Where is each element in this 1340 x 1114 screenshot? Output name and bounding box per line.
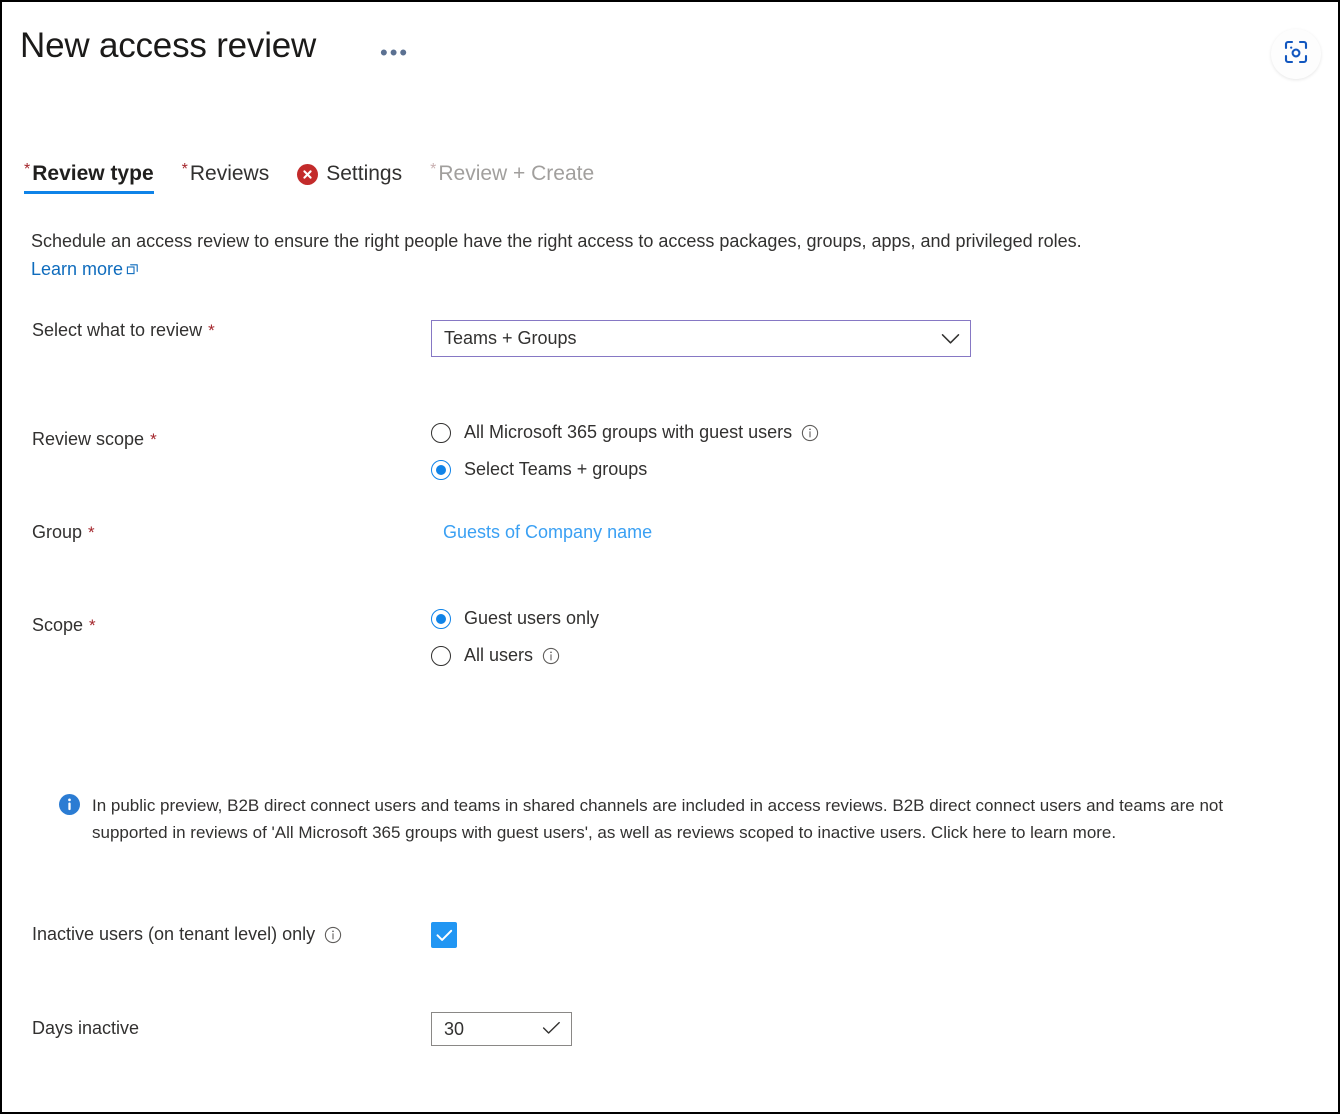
tab-review-create[interactable]: * Review + Create	[416, 162, 608, 194]
review-scope-control: All Microsoft 365 groups with guest user…	[431, 415, 1338, 480]
row-group: Group * Guests of Company name	[2, 522, 1338, 543]
tab-active-underline	[24, 191, 154, 194]
required-asterisk: *	[89, 617, 96, 634]
review-scope-label: Review scope	[32, 429, 144, 450]
inactive-users-label-wrap: Inactive users (on tenant level) only	[2, 922, 431, 945]
inactive-users-label: Inactive users (on tenant level) only	[32, 924, 315, 945]
info-circle-icon	[59, 794, 80, 820]
select-what-to-review-label: Select what to review	[32, 320, 202, 341]
tab-required-star: *	[182, 162, 188, 178]
tab-reviews[interactable]: * Reviews	[168, 162, 284, 194]
radio-all-users-label: All users	[464, 645, 533, 666]
select-what-to-review-label-wrap: Select what to review *	[2, 320, 431, 341]
scope-label: Scope	[32, 615, 83, 636]
days-inactive-control: 30	[431, 1012, 1338, 1046]
review-scope-label-wrap: Review scope *	[2, 415, 431, 450]
more-options-menu[interactable]: •••	[380, 42, 409, 64]
radio-indicator	[431, 609, 451, 629]
tab-review-type[interactable]: * Review type	[24, 162, 168, 194]
radio-all-users[interactable]: All users	[431, 645, 1338, 666]
required-asterisk: *	[150, 431, 157, 448]
group-control: Guests of Company name	[431, 522, 1338, 543]
row-select-what-to-review: Select what to review * Teams + Groups	[2, 320, 1338, 357]
error-circle-icon	[297, 164, 318, 185]
days-inactive-value: 30	[444, 1019, 542, 1040]
new-access-review-page: New access review ••• * Review type	[0, 0, 1340, 1114]
scope-label-wrap: Scope *	[2, 601, 431, 636]
tab-required-star: *	[24, 162, 30, 178]
description-text: Schedule an access review to ensure the …	[31, 231, 1082, 251]
select-what-to-review-control: Teams + Groups	[431, 320, 1338, 357]
select-what-to-review-dropdown[interactable]: Teams + Groups	[431, 320, 971, 357]
tab-settings[interactable]: Settings	[283, 162, 416, 194]
row-inactive-users: Inactive users (on tenant level) only	[2, 922, 1338, 948]
inactive-users-checkbox[interactable]	[431, 922, 457, 948]
inactive-users-control	[431, 922, 1338, 948]
review-type-form: Select what to review * Teams + Groups R…	[2, 320, 1338, 666]
page-title: New access review	[20, 26, 316, 66]
radio-all-m365-groups-with-guest-users[interactable]: All Microsoft 365 groups with guest user…	[431, 422, 1338, 443]
days-inactive-input[interactable]: 30	[431, 1012, 572, 1046]
radio-select-teams-groups[interactable]: Select Teams + groups	[431, 459, 1338, 480]
radio-indicator	[431, 460, 451, 480]
radio-indicator	[431, 423, 451, 443]
wizard-tabs: * Review type * Reviews Settings * Revie…	[24, 162, 608, 194]
row-scope: Scope * Guest users only All users	[2, 601, 1338, 666]
chevron-down-icon	[941, 333, 960, 345]
row-review-scope: Review scope * All Microsoft 365 groups …	[2, 415, 1338, 480]
page-header: New access review •••	[2, 2, 1338, 110]
info-banner: In public preview, B2B direct connect us…	[59, 792, 1284, 846]
tab-required-star: *	[430, 162, 436, 178]
info-icon[interactable]	[542, 647, 560, 665]
checkmark-icon	[542, 1019, 561, 1040]
row-days-inactive: Days inactive 30	[2, 1012, 1338, 1046]
tab-reviews-label: Reviews	[190, 162, 269, 186]
days-inactive-label: Days inactive	[32, 1018, 139, 1039]
group-label-wrap: Group *	[2, 522, 431, 543]
info-banner-text: In public preview, B2B direct connect us…	[92, 792, 1284, 846]
tab-review-type-label: Review type	[32, 162, 153, 186]
radio-label: All users	[464, 645, 560, 666]
info-icon[interactable]	[801, 424, 819, 442]
radio-select-teams-groups-label: Select Teams + groups	[464, 459, 647, 480]
scan-camera-button[interactable]	[1271, 29, 1321, 79]
radio-guest-users-only-label: Guest users only	[464, 608, 599, 629]
scope-control: Guest users only All users	[431, 601, 1338, 666]
radio-indicator	[431, 646, 451, 666]
radio-label: All Microsoft 365 groups with guest user…	[464, 422, 819, 443]
radio-label: Guest users only	[464, 608, 599, 629]
page-description: Schedule an access review to ensure the …	[31, 228, 1281, 284]
learn-more-label: Learn more	[31, 256, 123, 284]
info-icon[interactable]	[324, 926, 342, 944]
learn-more-link[interactable]: Learn more	[31, 256, 139, 284]
group-label: Group	[32, 522, 82, 543]
tab-settings-label: Settings	[326, 162, 402, 186]
radio-all-m365-groups-label: All Microsoft 365 groups with guest user…	[464, 422, 792, 443]
external-link-icon	[126, 263, 139, 276]
group-selected-link[interactable]: Guests of Company name	[443, 522, 652, 542]
radio-label: Select Teams + groups	[464, 459, 647, 480]
tab-review-create-label: Review + Create	[438, 162, 594, 186]
required-asterisk: *	[208, 322, 215, 339]
select-what-to-review-value: Teams + Groups	[444, 328, 941, 349]
days-inactive-label-wrap: Days inactive	[2, 1012, 431, 1039]
required-asterisk: *	[88, 524, 95, 541]
scan-camera-icon	[1283, 39, 1309, 70]
radio-guest-users-only[interactable]: Guest users only	[431, 608, 1338, 629]
